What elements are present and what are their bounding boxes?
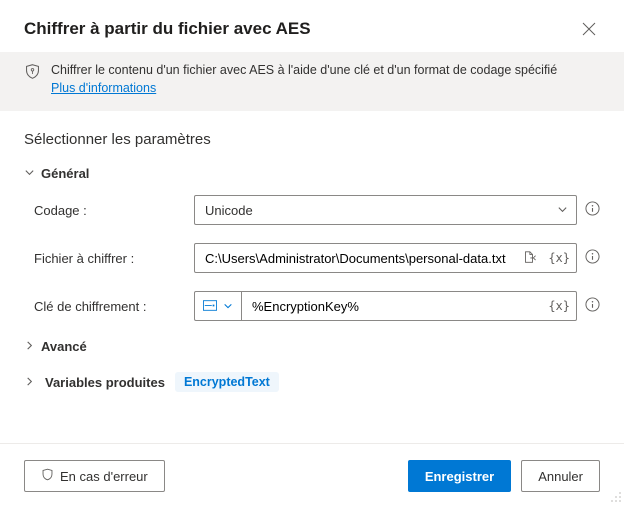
save-label: Enregistrer — [425, 469, 494, 484]
encoding-select[interactable]: Unicode — [194, 195, 577, 225]
file-input[interactable] — [195, 244, 516, 272]
info-icon[interactable] — [585, 201, 600, 219]
chevron-down-icon — [24, 166, 35, 181]
chevron-down-icon — [223, 299, 233, 314]
encoding-label: Codage : — [34, 203, 194, 218]
key-input[interactable] — [242, 292, 542, 320]
dialog-title: Chiffrer à partir du fichier avec AES — [24, 19, 311, 39]
save-button[interactable]: Enregistrer — [408, 460, 511, 492]
banner-text: Chiffrer le contenu d'un fichier avec AE… — [51, 63, 557, 77]
file-label: Fichier à chiffrer : — [34, 251, 194, 266]
close-button[interactable] — [578, 18, 600, 40]
file-picker-button[interactable] — [516, 244, 542, 272]
group-advanced[interactable]: Avancé — [24, 339, 600, 354]
produced-variable-badge[interactable]: EncryptedText — [175, 372, 279, 392]
chevron-right-icon — [24, 375, 35, 390]
group-produced-variables[interactable]: Variables produites EncryptedText — [24, 372, 600, 392]
on-error-button[interactable]: En cas d'erreur — [24, 460, 165, 492]
direct-input-icon — [203, 299, 217, 314]
variable-picker-button[interactable]: {x} — [542, 244, 576, 272]
group-produced-label: Variables produites — [45, 375, 165, 390]
info-banner: Chiffrer le contenu d'un fichier avec AE… — [0, 52, 624, 111]
variable-icon: {x} — [548, 251, 570, 265]
info-icon[interactable] — [585, 297, 600, 315]
group-advanced-label: Avancé — [41, 339, 87, 354]
group-general[interactable]: Général — [24, 166, 600, 181]
group-general-label: Général — [41, 166, 89, 181]
chevron-down-icon — [557, 203, 568, 218]
encoding-value: Unicode — [205, 203, 253, 218]
variable-picker-button[interactable]: {x} — [542, 292, 576, 320]
resize-grip-icon[interactable] — [610, 491, 622, 506]
more-info-link[interactable]: Plus d'informations — [51, 81, 156, 95]
key-label: Clé de chiffrement : — [34, 299, 194, 314]
chevron-right-icon — [24, 339, 35, 354]
variable-icon: {x} — [548, 299, 570, 313]
shield-icon — [24, 63, 41, 83]
cancel-label: Annuler — [538, 469, 583, 484]
file-icon — [522, 250, 536, 267]
on-error-label: En cas d'erreur — [60, 469, 148, 484]
shield-outline-icon — [41, 468, 54, 484]
section-title: Sélectionner les paramètres — [24, 131, 600, 148]
cancel-button[interactable]: Annuler — [521, 460, 600, 492]
info-icon[interactable] — [585, 249, 600, 267]
close-icon — [582, 22, 596, 36]
key-mode-selector[interactable] — [195, 292, 242, 320]
